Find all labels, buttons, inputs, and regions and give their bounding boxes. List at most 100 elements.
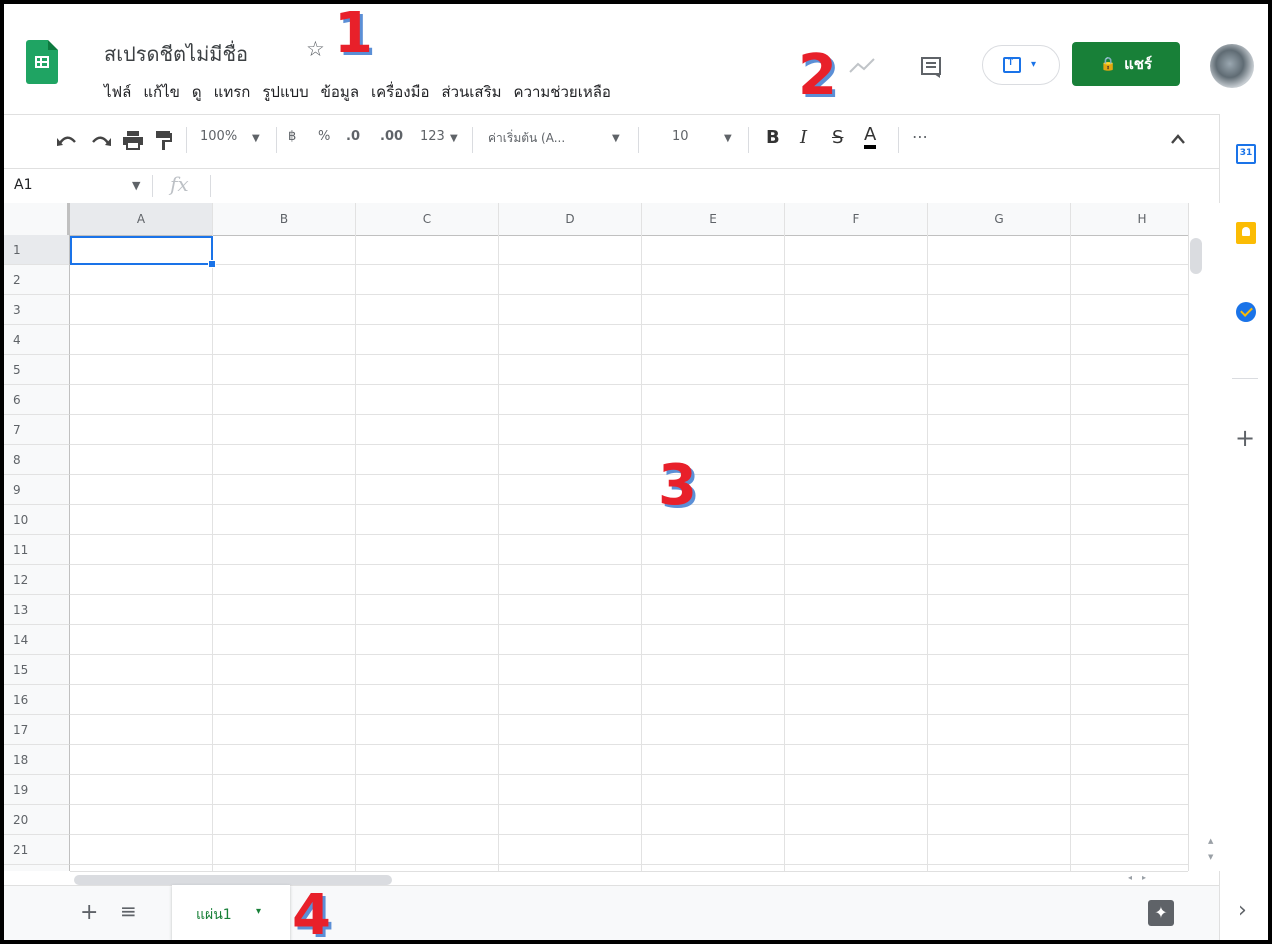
present-button[interactable]: ↑ ▾ <box>982 45 1060 85</box>
fill-handle[interactable] <box>208 260 216 268</box>
scroll-right-icon[interactable]: ▸ <box>1142 873 1146 882</box>
row-header[interactable]: 18 <box>4 745 70 775</box>
add-sheet-button[interactable]: + <box>80 900 98 925</box>
row-header[interactable]: 2 <box>4 265 70 295</box>
vertical-scroll-thumb[interactable] <box>1190 238 1202 274</box>
grid-hline <box>70 354 1188 355</box>
explore-icon[interactable]: ✦ <box>1148 900 1174 926</box>
row-header[interactable]: 8 <box>4 445 70 475</box>
strikethrough-button[interactable]: S <box>832 127 843 148</box>
chevron-down-icon[interactable]: ▾ <box>256 906 261 917</box>
row-header[interactable]: 16 <box>4 685 70 715</box>
row-header[interactable]: 14 <box>4 625 70 655</box>
document-title[interactable]: สเปรดชีตไม่มีชื่อ <box>104 38 248 70</box>
all-sheets-menu-icon[interactable]: ≡ <box>120 899 137 923</box>
row-header[interactable]: 19 <box>4 775 70 805</box>
sheet-tab-active[interactable]: แผ่น1 ▾ <box>172 885 290 940</box>
comments-icon[interactable] <box>920 56 942 78</box>
more-options-icon[interactable]: ⋯ <box>912 127 928 146</box>
menu-data[interactable]: ข้อมูล <box>321 80 359 104</box>
scroll-left-icon[interactable]: ◂ <box>1128 873 1132 882</box>
chevron-down-icon[interactable]: ▼ <box>132 179 140 192</box>
selected-cell[interactable] <box>70 236 213 265</box>
chevron-down-icon[interactable]: ▼ <box>612 133 620 144</box>
row-header[interactable]: 10 <box>4 505 70 535</box>
row-header[interactable]: 12 <box>4 565 70 595</box>
sheets-logo-icon[interactable] <box>26 40 58 84</box>
expand-side-panel-icon[interactable]: › <box>1238 898 1247 923</box>
grid-hline <box>70 384 1188 385</box>
column-header[interactable]: H <box>1071 203 1188 235</box>
font-family-select[interactable]: ค่าเริ่มต้น (A... <box>488 129 565 148</box>
vertical-scrollbar[interactable]: ▲ ▼ <box>1188 203 1220 871</box>
toolbar: 100% ▼ ฿ % .0 .00 123 ▼ ค่าเริ่มต้น (A..… <box>4 114 1219 165</box>
undo-icon[interactable] <box>56 131 78 149</box>
scroll-up-icon[interactable]: ▲ <box>1208 837 1213 845</box>
italic-button[interactable]: I <box>800 127 807 148</box>
row-header[interactable]: 13 <box>4 595 70 625</box>
row-header[interactable]: 5 <box>4 355 70 385</box>
row-header[interactable]: 21 <box>4 835 70 865</box>
column-header[interactable]: C <box>356 203 499 235</box>
row-header[interactable]: 6 <box>4 385 70 415</box>
collapse-toolbar-chevron-up-icon[interactable] <box>1170 133 1186 145</box>
more-formats-button[interactable]: 123 <box>420 129 445 144</box>
row-header[interactable]: 7 <box>4 415 70 445</box>
grid-vline <box>784 235 785 871</box>
scroll-down-icon[interactable]: ▼ <box>1208 853 1213 861</box>
cell-grid[interactable]: ABCDEFGH 1 2 3 4 5 6 7 8 9 10 11 12 13 14 15 16 17 18 19 20… <box>4 203 1188 871</box>
horizontal-scroll-thumb[interactable] <box>74 875 392 885</box>
column-header[interactable]: A <box>70 203 213 235</box>
menu-edit[interactable]: แก้ไข <box>143 80 180 104</box>
row-header[interactable]: 11 <box>4 535 70 565</box>
grid-hline <box>70 534 1188 535</box>
menu-insert[interactable]: แทรก <box>214 80 251 104</box>
menu-addons[interactable]: ส่วนเสริม <box>441 80 501 104</box>
menu-file[interactable]: ไฟล์ <box>104 80 131 104</box>
redo-icon[interactable] <box>90 131 112 149</box>
keep-icon[interactable] <box>1236 222 1256 244</box>
row-header[interactable]: 1 <box>4 235 70 265</box>
row-header[interactable]: 22 <box>4 865 70 871</box>
share-button[interactable]: 🔒 แชร์ <box>1072 42 1180 86</box>
row-header[interactable]: 3 <box>4 295 70 325</box>
row-header[interactable]: 9 <box>4 475 70 505</box>
avatar[interactable] <box>1210 44 1254 88</box>
formula-input[interactable] <box>214 171 1214 201</box>
chevron-down-icon[interactable]: ▼ <box>450 133 458 144</box>
paint-format-icon[interactable] <box>154 129 174 151</box>
chevron-down-icon[interactable]: ▼ <box>252 133 260 144</box>
increase-decimal-button[interactable]: .00 <box>380 129 403 144</box>
last-edit-trend-icon[interactable] <box>848 56 876 76</box>
row-header[interactable]: 4 <box>4 325 70 355</box>
column-header[interactable]: F <box>785 203 928 235</box>
column-header[interactable]: B <box>213 203 356 235</box>
star-icon[interactable]: ☆ <box>306 37 325 61</box>
select-all-corner[interactable] <box>4 203 70 235</box>
column-header[interactable]: G <box>928 203 1071 235</box>
chevron-down-icon[interactable]: ▼ <box>724 133 732 144</box>
calendar-icon[interactable]: 31 <box>1236 144 1256 164</box>
row-header[interactable]: 15 <box>4 655 70 685</box>
zoom-select[interactable]: 100% <box>200 129 237 144</box>
menu-tools[interactable]: เครื่องมือ <box>371 80 429 104</box>
column-header[interactable]: E <box>642 203 785 235</box>
font-size-select[interactable]: 10 <box>672 129 689 144</box>
percent-format-button[interactable]: % <box>318 129 330 144</box>
currency-format-button[interactable]: ฿ <box>288 129 296 144</box>
menu-format[interactable]: รูปแบบ <box>262 80 308 104</box>
row-header[interactable]: 17 <box>4 715 70 745</box>
tasks-icon[interactable] <box>1236 302 1256 322</box>
menu-view[interactable]: ดู <box>192 80 202 104</box>
row-header[interactable]: 20 <box>4 805 70 835</box>
print-icon[interactable] <box>122 130 144 150</box>
get-addons-button[interactable]: + <box>1235 424 1255 452</box>
grid-vline <box>641 235 642 871</box>
menu-help[interactable]: ความช่วยเหลือ <box>514 80 611 104</box>
bold-button[interactable]: B <box>766 127 780 148</box>
decrease-decimal-button[interactable]: .0 <box>346 129 360 144</box>
column-header[interactable]: D <box>499 203 642 235</box>
grid-hline <box>70 744 1188 745</box>
name-box[interactable]: A1 <box>14 177 32 193</box>
text-color-button[interactable]: A <box>864 125 877 149</box>
